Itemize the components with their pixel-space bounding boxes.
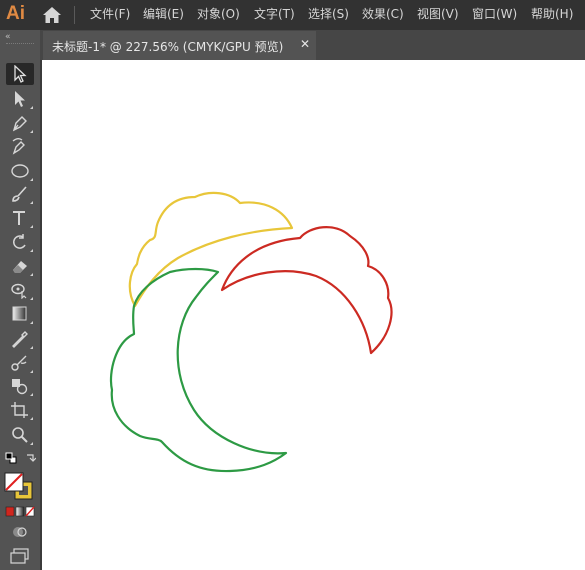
document-tab-bar: 未标题-1* @ 227.56% (CMYK/GPU 预览) ✕ [0,30,585,60]
shape-builder-tool-icon[interactable] [6,375,34,397]
menu-bar: Ai 文件(F) 编辑(E) 对象(O) 文字(T) 选择(S) 效果(C) 视… [0,0,585,30]
home-icon[interactable] [42,6,62,24]
menu-type[interactable]: 文字(T) [254,6,295,22]
red-cloud-crescent-path[interactable] [220,226,393,355]
puppet-warp-tool-icon[interactable] [6,279,34,301]
zoom-tool-icon[interactable] [6,424,34,446]
menu-file[interactable]: 文件(F) [90,6,130,22]
ellipse-tool-icon[interactable] [6,160,34,182]
menu-help[interactable]: 帮助(H) [531,6,573,22]
app-logo: Ai [6,3,25,24]
drawing-mode-icon[interactable] [10,524,30,540]
document-tab[interactable]: 未标题-1* @ 227.56% (CMYK/GPU 预览) ✕ [43,31,316,60]
gradient-tool-icon[interactable] [6,303,34,325]
close-icon[interactable]: ✕ [300,37,310,51]
menu-window[interactable]: 窗口(W) [472,6,517,22]
artwork[interactable] [42,60,585,570]
document-tab-title: 未标题-1* @ 227.56% (CMYK/GPU 预览) [52,40,284,54]
color-mode-icons[interactable] [4,506,36,518]
artboard-tool-icon[interactable] [6,399,34,421]
artboard-canvas[interactable] [42,60,585,570]
direct-selection-tool-icon[interactable] [6,88,34,110]
menu-view[interactable]: 视图(V) [417,6,459,22]
eyedropper-tool-icon[interactable] [6,328,34,350]
blend-tool-icon[interactable] [6,352,34,374]
menu-effect[interactable]: 效果(C) [362,6,404,22]
menu-edit[interactable]: 编辑(E) [143,6,184,22]
eraser-tool-icon[interactable] [6,255,34,277]
yellow-cloud-crescent-path[interactable] [128,191,294,308]
panel-grip[interactable] [6,43,34,45]
menu-divider [74,6,75,24]
tools-panel: « [0,30,40,570]
screen-mode-icon[interactable] [9,548,31,564]
fill-stroke-swatch-icon[interactable] [4,472,36,502]
pen-tool-icon[interactable] [6,112,34,134]
menu-select[interactable]: 选择(S) [308,6,349,22]
selection-tool-icon[interactable] [6,63,34,85]
curvature-tool-icon[interactable] [6,135,34,157]
rotate-tool-icon[interactable] [6,231,34,253]
paintbrush-tool-icon[interactable] [6,183,34,205]
type-tool-icon[interactable] [6,207,34,229]
menu-object[interactable]: 对象(O) [197,6,240,22]
collapse-panel-icon[interactable]: « [5,32,10,42]
green-cloud-crescent-path[interactable] [109,267,288,473]
default-colors-swap-icon[interactable] [4,452,36,470]
